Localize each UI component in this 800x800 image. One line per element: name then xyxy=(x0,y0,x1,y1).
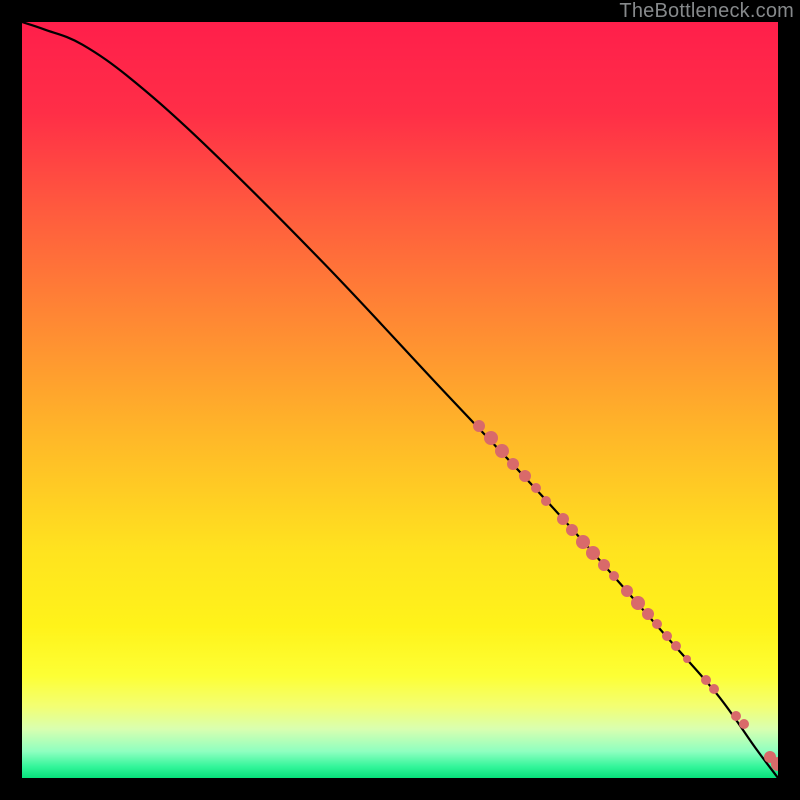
scatter-dot xyxy=(598,559,610,571)
scatter-dot xyxy=(473,420,485,432)
scatter-dots-layer xyxy=(22,22,778,778)
scatter-dot xyxy=(621,585,633,597)
scatter-dot xyxy=(771,757,778,771)
scatter-dot xyxy=(566,524,578,536)
scatter-dot xyxy=(709,684,719,694)
scatter-dot xyxy=(642,608,654,620)
chart-stage: TheBottleneck.com xyxy=(0,0,800,800)
scatter-dot xyxy=(507,458,519,470)
scatter-dot xyxy=(609,571,619,581)
scatter-dot xyxy=(495,444,509,458)
scatter-dot xyxy=(531,483,541,493)
scatter-dot xyxy=(652,619,662,629)
scatter-dot xyxy=(671,641,681,651)
scatter-dot xyxy=(739,719,749,729)
scatter-dot xyxy=(631,596,645,610)
scatter-dot xyxy=(484,431,498,445)
watermark-text: TheBottleneck.com xyxy=(619,0,794,23)
scatter-dot xyxy=(683,655,691,663)
scatter-dot xyxy=(541,496,551,506)
scatter-dot xyxy=(557,513,569,525)
scatter-dot xyxy=(662,631,672,641)
scatter-dot xyxy=(519,470,531,482)
scatter-dot xyxy=(701,675,711,685)
plot-area xyxy=(22,22,778,778)
scatter-dot xyxy=(586,546,600,560)
